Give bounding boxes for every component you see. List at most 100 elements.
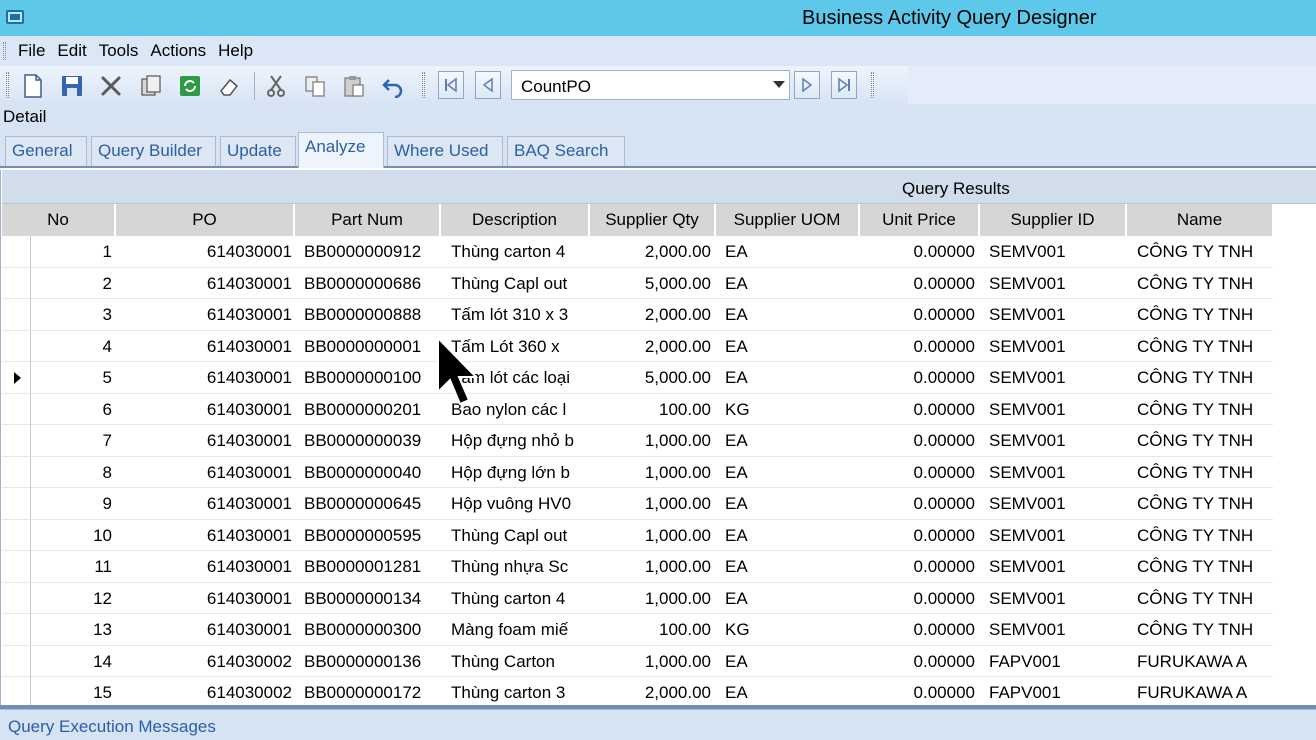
cell-name[interactable]: CÔNG TY TNH — [1137, 299, 1271, 330]
cell-unit-price[interactable]: 0.00000 — [862, 268, 975, 299]
cell-name[interactable]: CÔNG TY TNH — [1137, 488, 1271, 519]
cell-description[interactable]: Hộp đựng lớn b — [451, 457, 589, 488]
row-selector[interactable] — [2, 519, 31, 551]
cell-part-num[interactable]: BB0000000201 — [304, 394, 436, 425]
cell-supplier-uom[interactable]: EA — [725, 331, 855, 362]
cell-supplier-qty[interactable]: 2,000.00 — [592, 299, 711, 330]
cell-unit-price[interactable]: 0.00000 — [862, 299, 975, 330]
table-row[interactable]: 3 614030001 BB0000000888 Tấm lót 310 x 3 2,0… — [2, 299, 1273, 331]
toolbar-grip-2-icon[interactable] — [422, 72, 425, 98]
cell-supplier-uom[interactable]: EA — [725, 583, 855, 614]
cell-unit-price[interactable]: 0.00000 — [862, 614, 975, 645]
row-selector[interactable] — [2, 677, 31, 708]
cell-supplier-uom[interactable]: EA — [725, 520, 855, 551]
cell-supplier-id[interactable]: FAPV001 — [989, 677, 1124, 708]
cell-name[interactable]: CÔNG TY TNH — [1137, 331, 1271, 362]
cell-supplier-id[interactable]: SEMV001 — [989, 236, 1124, 267]
cell-supplier-uom[interactable]: EA — [725, 488, 855, 519]
cell-supplier-id[interactable]: SEMV001 — [989, 299, 1124, 330]
cell-part-num[interactable]: BB0000000136 — [304, 646, 436, 677]
cell-description[interactable]: Tấm lót 310 x 3 — [451, 299, 589, 330]
cell-no[interactable]: 4 — [32, 331, 112, 362]
cell-no[interactable]: 3 — [32, 299, 112, 330]
table-row[interactable]: 13 614030001 BB0000000300 Màng foam miế 100.… — [2, 614, 1273, 646]
cell-po[interactable]: 614030002 — [118, 646, 292, 677]
cell-supplier-id[interactable]: SEMV001 — [989, 583, 1124, 614]
column-header-part-num[interactable]: Part Num — [295, 204, 440, 236]
previous-record-icon[interactable] — [475, 71, 501, 99]
cell-po[interactable]: 614030001 — [118, 457, 292, 488]
cell-supplier-id[interactable]: SEMV001 — [989, 488, 1124, 519]
cell-supplier-qty[interactable]: 2,000.00 — [592, 331, 711, 362]
cell-po[interactable]: 614030001 — [118, 520, 292, 551]
cell-supplier-uom[interactable]: EA — [725, 646, 855, 677]
cell-name[interactable]: CÔNG TY TNH — [1137, 236, 1271, 267]
cell-name[interactable]: CÔNG TY TNH — [1137, 551, 1271, 582]
column-header-supplier-uom[interactable]: Supplier UOM — [716, 204, 859, 236]
tab-update[interactable]: Update — [220, 136, 296, 166]
cell-supplier-id[interactable]: SEMV001 — [989, 425, 1124, 456]
save-icon[interactable] — [59, 73, 85, 99]
row-selector[interactable] — [2, 299, 31, 330]
cell-po[interactable]: 614030001 — [118, 614, 292, 645]
cell-po[interactable]: 614030001 — [118, 394, 292, 425]
cell-part-num[interactable]: BB0000000595 — [304, 520, 436, 551]
table-row[interactable]: 1 614030001 BB0000000912 Thùng carton 4 2,00… — [2, 236, 1273, 268]
cell-description[interactable]: Thùng Capl out — [451, 520, 589, 551]
cell-supplier-uom[interactable]: EA — [725, 268, 855, 299]
cell-po[interactable]: 614030001 — [118, 551, 292, 582]
cell-description[interactable]: Thùng Capl out — [451, 268, 589, 299]
column-header-po[interactable]: PO — [116, 204, 294, 236]
query-select[interactable]: CountPO — [511, 70, 790, 100]
cell-part-num[interactable]: BB0000000001 — [304, 331, 436, 362]
cell-name[interactable]: CÔNG TY TNH — [1137, 583, 1271, 614]
cell-no[interactable]: 13 — [32, 614, 112, 645]
cell-no[interactable]: 5 — [32, 362, 112, 393]
cell-no[interactable]: 12 — [32, 583, 112, 614]
row-selector[interactable] — [2, 393, 31, 425]
clear-icon[interactable] — [216, 73, 242, 99]
table-row[interactable]: 11 614030001 BB0000001281 Thùng nhựa Sc 1,00… — [2, 551, 1273, 583]
cell-unit-price[interactable]: 0.00000 — [862, 362, 975, 393]
cell-po[interactable]: 614030001 — [118, 236, 292, 267]
cell-supplier-qty[interactable]: 5,000.00 — [592, 268, 711, 299]
cell-part-num[interactable]: BB0000001281 — [304, 551, 436, 582]
table-row[interactable]: 5 614030001 BB0000000100 Tấm lót các loại 5,… — [2, 362, 1273, 394]
cut-icon[interactable] — [263, 73, 289, 99]
chevron-down-icon[interactable] — [773, 81, 785, 88]
cell-unit-price[interactable]: 0.00000 — [862, 583, 975, 614]
tab-analyze[interactable]: Analyze — [298, 132, 384, 168]
column-header-supplier-id[interactable]: Supplier ID — [980, 204, 1126, 236]
toolbar-grip-3-icon[interactable] — [871, 72, 874, 98]
cell-name[interactable]: CÔNG TY TNH — [1137, 268, 1271, 299]
cell-po[interactable]: 614030001 — [118, 362, 292, 393]
table-row[interactable]: 14 614030002 BB0000000136 Thùng Carton 1,000… — [2, 645, 1273, 677]
menu-grip-icon[interactable] — [3, 42, 6, 60]
tab-baq-search[interactable]: BAQ Search — [507, 136, 625, 166]
cell-unit-price[interactable]: 0.00000 — [862, 646, 975, 677]
cell-part-num[interactable]: BB0000000686 — [304, 268, 436, 299]
cell-no[interactable]: 8 — [32, 457, 112, 488]
table-row[interactable]: 9 614030001 BB0000000645 Hộp vuông HV0 1,000… — [2, 488, 1273, 520]
new-icon[interactable] — [20, 73, 46, 99]
cell-part-num[interactable]: BB0000000645 — [304, 488, 436, 519]
cell-supplier-id[interactable]: SEMV001 — [989, 520, 1124, 551]
column-header-unit-price[interactable]: Unit Price — [860, 204, 979, 236]
cell-supplier-id[interactable]: SEMV001 — [989, 362, 1124, 393]
last-record-icon[interactable] — [831, 71, 857, 99]
cell-supplier-id[interactable]: SEMV001 — [989, 394, 1124, 425]
row-selector[interactable] — [2, 267, 31, 299]
cell-supplier-uom[interactable]: KG — [725, 614, 855, 645]
column-header-name[interactable]: Name — [1127, 204, 1273, 236]
cell-supplier-qty[interactable]: 5,000.00 — [592, 362, 711, 393]
cell-description[interactable]: Thùng Carton — [451, 646, 589, 677]
app-icon[interactable] — [6, 10, 24, 24]
cell-po[interactable]: 614030001 — [118, 299, 292, 330]
table-row[interactable]: 6 614030001 BB0000000201 Bao nylon các l 100… — [2, 393, 1273, 425]
cell-name[interactable]: CÔNG TY TNH — [1137, 457, 1271, 488]
cell-part-num[interactable]: BB0000000100 — [304, 362, 436, 393]
row-selector[interactable] — [2, 362, 31, 393]
row-selector[interactable] — [2, 645, 31, 677]
row-selector[interactable] — [2, 425, 31, 456]
cell-description[interactable]: Hộp vuông HV0 — [451, 488, 589, 519]
